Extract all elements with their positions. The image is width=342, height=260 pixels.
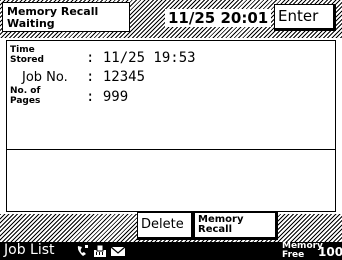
pages-value: : 999 bbox=[86, 89, 129, 105]
job-list-button[interactable]: Job List bbox=[4, 243, 55, 258]
time-stored-value: : 11/25 19:53 bbox=[86, 50, 196, 66]
panel-divider bbox=[6, 149, 336, 150]
enter-button[interactable]: Enter bbox=[274, 4, 336, 31]
screen-title: Memory Recall Waiting bbox=[2, 2, 130, 32]
job-no-label: Job No. bbox=[22, 70, 68, 85]
pages-label-line1: No. of bbox=[10, 86, 41, 96]
memory-free-label-line2: Free bbox=[282, 250, 305, 260]
pages-label-line2: Pages bbox=[10, 96, 41, 106]
status-bar: Job List Memory Free 100% bbox=[0, 242, 342, 260]
mail-icon bbox=[110, 246, 126, 256]
delete-button-label: Delete bbox=[141, 217, 184, 232]
time-stored-label-line1: Time bbox=[10, 45, 35, 55]
memory-free-percent: 100% bbox=[318, 245, 342, 259]
time-stored-label-line2: Stored bbox=[10, 55, 44, 65]
fax-machine-icon bbox=[94, 244, 106, 257]
memory-recall-label-line2: Recall bbox=[198, 224, 233, 235]
delete-button[interactable]: Delete bbox=[137, 212, 194, 240]
status-icons bbox=[76, 244, 126, 258]
job-no-value: : 12345 bbox=[86, 69, 146, 85]
current-datetime: 11/25 20:01 bbox=[165, 9, 272, 27]
memory-recall-button[interactable]: Memory Recall bbox=[194, 212, 278, 240]
phone-icon bbox=[77, 245, 88, 256]
screen-title-line1: Memory Recall bbox=[7, 5, 99, 18]
screen-title-line2: Waiting bbox=[7, 17, 55, 30]
